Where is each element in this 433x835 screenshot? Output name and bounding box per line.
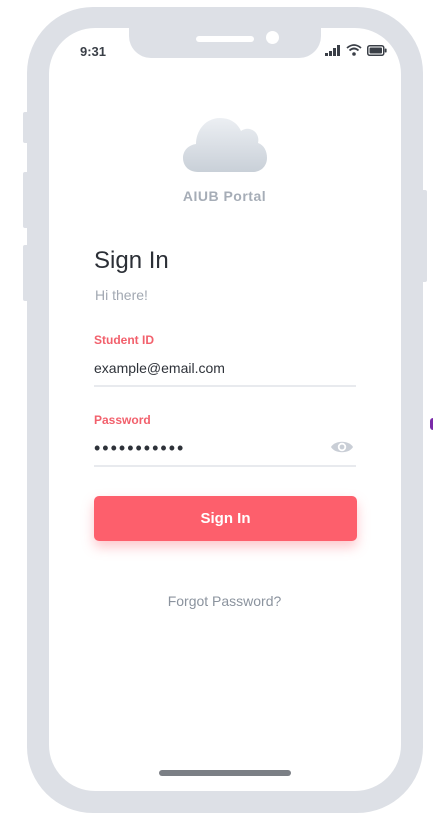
app-name: AIUB Portal [182, 188, 267, 204]
page-title: Sign In [94, 247, 169, 274]
home-indicator[interactable] [159, 770, 291, 776]
status-time: 9:31 [80, 44, 107, 59]
cloud-icon [183, 118, 267, 172]
phone-camera [266, 31, 279, 44]
phone-speaker [196, 36, 254, 42]
student-id-label: Student ID [94, 333, 154, 347]
password-label: Password [94, 413, 151, 427]
student-id-input[interactable] [94, 360, 324, 376]
wifi-icon [346, 44, 362, 56]
signal-icon [325, 44, 340, 56]
eye-icon[interactable] [330, 438, 354, 456]
page-subtitle: Hi there! [95, 287, 148, 303]
status-icons [325, 44, 387, 56]
password-field-container: ••••••••••• [94, 436, 356, 467]
sign-in-button[interactable]: Sign In [94, 496, 357, 541]
forgot-password-link[interactable]: Forgot Password? [0, 593, 433, 609]
student-id-field-container [94, 358, 356, 387]
password-input[interactable]: ••••••••••• [94, 438, 185, 458]
battery-icon [367, 44, 387, 56]
device-stage: 9:31 AIUB Portal Sign In Hi there! Stude… [0, 0, 433, 835]
phone-notch [129, 28, 321, 58]
